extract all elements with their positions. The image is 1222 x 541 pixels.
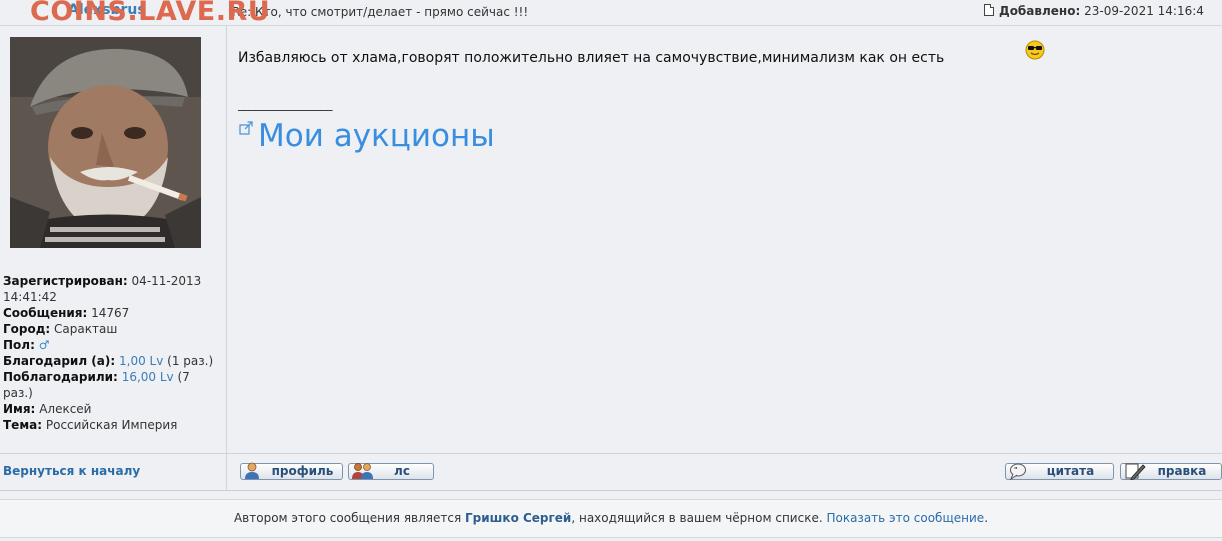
- notice-suffix: .: [984, 511, 989, 525]
- profile-button[interactable]: профиль: [240, 462, 343, 480]
- profile-registered: Зарегистрирован: 04-11-2013 14:41:42: [3, 273, 221, 305]
- city-label: Город:: [3, 322, 51, 336]
- profile-messages: Сообщения: 14767: [3, 305, 221, 321]
- post-date-label: Добавлено:: [999, 4, 1081, 18]
- row-divider: [0, 453, 1222, 454]
- column-divider: [226, 26, 227, 490]
- notice-prefix: Автором этого сообщения является: [233, 511, 462, 525]
- profile-thanked: Благодарил (а): 1,00 Lv (1 раз.): [3, 353, 221, 369]
- speech-bubble-icon: ": [1010, 463, 1026, 480]
- theme-label: Тема:: [3, 418, 43, 432]
- thanked-label: Благодарил (а):: [3, 354, 116, 368]
- post-date: Добавлено: 23-09-2021 14:16:4: [984, 4, 1204, 18]
- profile-name: Имя: Алексей: [3, 401, 221, 417]
- edit-pencil-icon: [1125, 463, 1146, 480]
- messages-label: Сообщения:: [3, 306, 88, 320]
- name-label: Имя:: [3, 402, 36, 416]
- post-date-value: 23-09-2021 14:16:4: [1084, 4, 1204, 18]
- blacklist-notice: Автором этого сообщения является Гришко …: [0, 499, 1222, 538]
- registered-label: Зарегистрирован:: [3, 274, 128, 288]
- male-icon: ♂: [38, 338, 50, 352]
- messages-value: 14767: [91, 306, 130, 320]
- show-message-link[interactable]: Показать это сообщение: [826, 511, 984, 525]
- notice-middle: , находящийся в вашем чёрном списке.: [571, 511, 823, 525]
- post-message: Избавляюсь от хлама,говорят положительно…: [238, 50, 945, 66]
- external-link-icon[interactable]: [239, 121, 253, 135]
- avatar: [10, 37, 201, 248]
- thanked-by-label: Поблагодарили:: [3, 370, 118, 384]
- site-watermark: COINS.LAVE.RU: [30, 0, 271, 27]
- user-icon: [245, 462, 259, 479]
- users-icon: [352, 463, 373, 479]
- signature-separator: _________________: [238, 97, 332, 112]
- cool-sunglasses-smiley-icon: [1025, 40, 1045, 60]
- profile-thanked-by: Поблагодарили: 16,00 Lv (7 раз.): [3, 369, 221, 401]
- post-subject: Re: Кто, что смотрит/делает - прямо сейч…: [232, 5, 529, 19]
- profile-city: Город: Саракташ: [3, 321, 221, 337]
- forum-post: Alexsbrus Re: Кто, что смотрит/делает - …: [0, 0, 1222, 491]
- gender-label: Пол:: [3, 338, 35, 352]
- profile-gender: Пол: ♂: [3, 337, 221, 353]
- private-message-button-label: лс: [394, 464, 410, 478]
- thanked-by-amount-link[interactable]: 16,00 Lv: [122, 370, 174, 384]
- edit-button[interactable]: правка: [1120, 463, 1222, 480]
- private-message-button[interactable]: лс: [348, 463, 434, 480]
- user-profile-info: Зарегистрирован: 04-11-2013 14:41:42 Соо…: [3, 273, 221, 433]
- notice-author: Гришко Сергей: [465, 511, 572, 525]
- thanked-count: (1 раз.): [167, 354, 214, 368]
- quote-button[interactable]: " цитата: [1005, 463, 1114, 480]
- post-document-icon[interactable]: [984, 4, 994, 16]
- profile-theme: Тема: Российская Империя: [3, 417, 221, 433]
- theme-value: Российская Империя: [45, 418, 178, 432]
- thanked-amount-link[interactable]: 1,00 Lv: [119, 354, 163, 368]
- back-to-top-link[interactable]: Вернуться к началу: [3, 464, 140, 478]
- name-value: Алексей: [39, 402, 92, 416]
- profile-button-label: профиль: [271, 464, 334, 478]
- svg-text:": ": [1014, 466, 1018, 474]
- edit-button-label: правка: [1157, 464, 1207, 478]
- my-auctions-link[interactable]: Мои аукционы: [258, 118, 495, 154]
- city-value: Саракташ: [54, 322, 118, 336]
- quote-button-label: цитата: [1046, 464, 1095, 478]
